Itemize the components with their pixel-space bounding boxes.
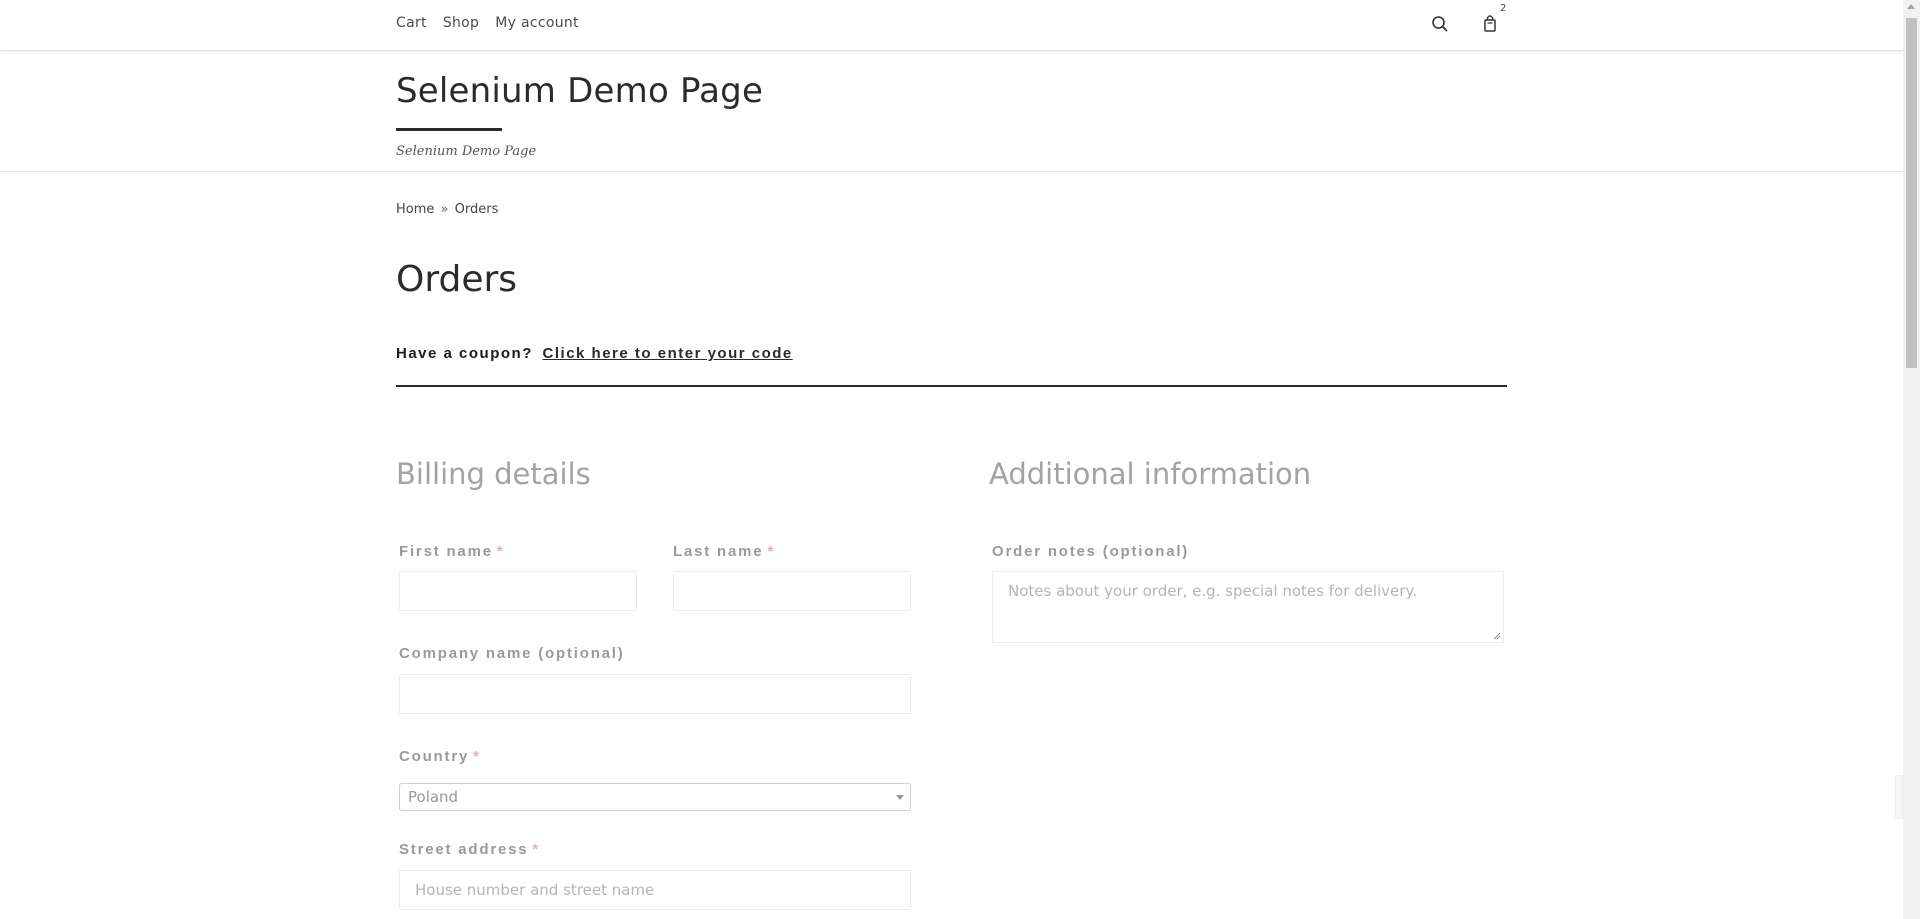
- additional-heading: Additional information: [989, 457, 1312, 491]
- required-marker: *: [767, 543, 776, 560]
- search-button[interactable]: [1430, 14, 1450, 34]
- first-name-input[interactable]: [400, 572, 636, 610]
- first-name-label-text: First name: [399, 543, 493, 560]
- required-marker: *: [473, 748, 481, 765]
- last-name-input[interactable]: [674, 572, 910, 610]
- order-notes-label: Order notes (optional): [992, 543, 1189, 560]
- site-title[interactable]: Selenium Demo Page: [396, 71, 763, 111]
- primary-menu: Cart Shop My account: [396, 15, 579, 31]
- last-name-label: Last name *: [673, 543, 775, 560]
- order-notes-field[interactable]: [992, 571, 1504, 643]
- breadcrumb-separator: »: [440, 202, 449, 217]
- order-notes-label-text: Order notes (optional): [992, 543, 1190, 560]
- nav-link-my-account[interactable]: My account: [495, 15, 579, 31]
- site-tagline: Selenium Demo Page: [396, 144, 537, 159]
- resize-grip-icon[interactable]: [1493, 632, 1501, 640]
- coupon-toggle-link[interactable]: Click here to enter your code: [543, 345, 793, 362]
- country-label: Country *: [399, 748, 481, 765]
- company-name-input[interactable]: [400, 675, 910, 713]
- nav-link-cart[interactable]: Cart: [396, 15, 427, 31]
- last-name-label-text: Last name: [673, 543, 764, 560]
- first-name-label: First name *: [399, 543, 505, 560]
- scrollbar-thumb[interactable]: [1906, 18, 1917, 368]
- street-address-label-text: Street address: [399, 841, 529, 858]
- page-title: Orders: [396, 259, 518, 300]
- country-select[interactable]: Poland: [399, 783, 911, 811]
- billing-section: Billing details: [396, 457, 591, 491]
- street-address-input[interactable]: [400, 871, 910, 909]
- breadcrumb-current: Orders: [454, 202, 499, 217]
- country-select-value: Poland: [408, 788, 459, 806]
- shopping-bag-icon: [1484, 15, 1496, 32]
- side-panel-tab[interactable]: [1895, 775, 1903, 819]
- coupon-notice: Have a coupon? Click here to enter your …: [396, 345, 793, 362]
- additional-section: Additional information: [989, 457, 1311, 491]
- coupon-divider: [396, 385, 1507, 387]
- country-label-text: Country: [399, 748, 470, 765]
- cart-button[interactable]: [1480, 14, 1500, 34]
- chevron-down-icon: [896, 795, 904, 800]
- title-underline: [396, 128, 502, 131]
- order-notes-textarea[interactable]: [993, 572, 1503, 642]
- company-name-field[interactable]: [399, 674, 911, 714]
- page-scrollbar[interactable]: [1903, 0, 1920, 919]
- required-marker: *: [496, 543, 505, 560]
- cart-count-badge: 2: [1500, 3, 1507, 14]
- search-icon: [1432, 16, 1448, 32]
- nav-link-shop[interactable]: Shop: [443, 15, 479, 31]
- street-address-field[interactable]: [399, 870, 911, 910]
- breadcrumb: Home » Orders: [396, 202, 498, 217]
- billing-heading: Billing details: [396, 457, 591, 491]
- scroll-up-arrow-icon[interactable]: [1907, 4, 1915, 9]
- top-navigation-bar: Cart Shop My account 2: [0, 0, 1903, 51]
- coupon-prompt: Have a coupon?: [396, 345, 533, 362]
- company-name-label-text: Company name (optional): [399, 645, 625, 662]
- site-header: Selenium Demo Page Selenium Demo Page: [0, 51, 1903, 172]
- last-name-field[interactable]: [673, 571, 911, 611]
- company-name-label: Company name (optional): [399, 645, 625, 662]
- first-name-field[interactable]: [399, 571, 637, 611]
- street-address-label: Street address *: [399, 841, 540, 858]
- breadcrumb-home-link[interactable]: Home: [396, 202, 434, 217]
- required-marker: *: [532, 841, 541, 858]
